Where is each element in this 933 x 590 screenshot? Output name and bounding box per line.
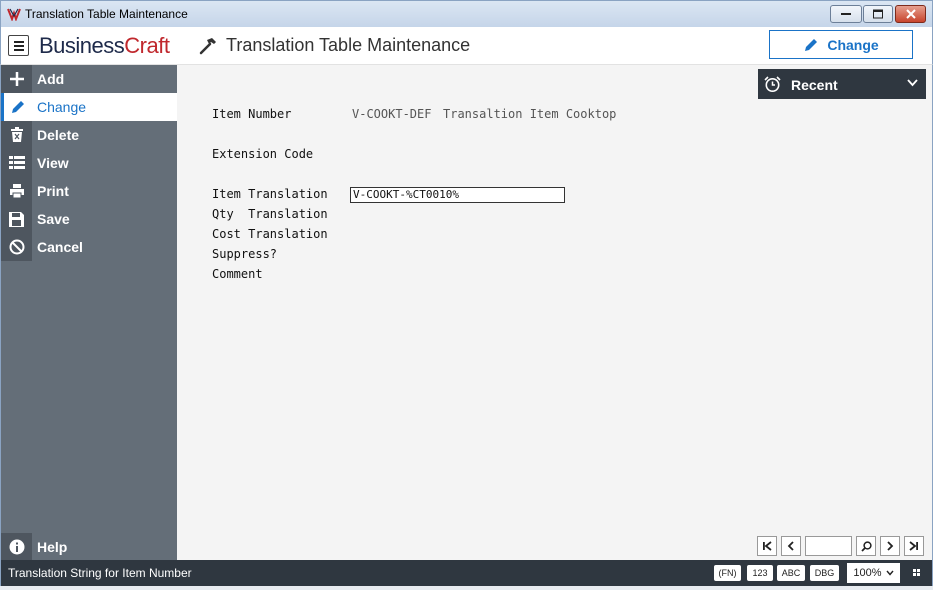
first-page-icon <box>763 541 772 551</box>
fn-toggle[interactable]: (FN) <box>714 565 741 581</box>
next-page-button[interactable] <box>880 536 900 556</box>
suppress-label: Suppress? <box>212 247 278 261</box>
hammer-icon <box>199 38 216 55</box>
sidebar-item-delete[interactable]: Delete <box>1 121 177 149</box>
sidebar-item-add[interactable]: Add <box>1 65 177 93</box>
sidebar-item-save[interactable]: Save <box>1 205 177 233</box>
item-number-description: Transaltion Item Cooktop <box>443 107 617 121</box>
cancel-icon <box>9 239 24 255</box>
sidebar: Add Change Delete View Print Save Cancel… <box>0 65 177 561</box>
comment-label: Comment <box>212 267 263 281</box>
businesscraft-logo: BusinessCraft <box>39 33 170 58</box>
item-number-value: V-COOKT-DEF <box>352 107 432 121</box>
app-logo-icon <box>7 8 21 21</box>
grid-icon[interactable] <box>913 569 920 576</box>
item-translation-label: Item Translation <box>212 187 328 201</box>
chevron-left-icon <box>787 541 794 551</box>
pencil-icon <box>12 101 24 113</box>
search-icon <box>860 540 872 552</box>
app-header: BusinessCraft Translation Table Maintena… <box>0 27 933 65</box>
recent-dropdown[interactable]: Recent <box>758 69 926 99</box>
pencil-icon <box>805 38 818 51</box>
item-number-label: Item Number <box>212 107 292 121</box>
menu-toggle-button[interactable] <box>8 35 29 56</box>
status-bar: Translation String for Item Number (FN) … <box>0 560 933 586</box>
sidebar-item-change[interactable]: Change <box>1 93 177 121</box>
maximize-icon <box>873 9 883 19</box>
num-lock-indicator[interactable]: 123 <box>747 565 773 581</box>
first-page-button[interactable] <box>757 536 777 556</box>
chevron-right-icon <box>887 541 894 551</box>
cost-translation-label: Cost Translation <box>212 227 328 241</box>
chevron-down-icon <box>907 79 918 87</box>
previous-page-button[interactable] <box>781 536 801 556</box>
info-icon <box>9 539 24 555</box>
trash-icon <box>10 127 23 142</box>
window-titlebar: Translation Table Maintenance <box>0 0 933 27</box>
zoom-select[interactable]: 100% <box>847 563 900 583</box>
alarm-clock-icon <box>764 76 781 92</box>
page-title: Translation Table Maintenance <box>226 35 471 55</box>
search-page-button[interactable] <box>856 536 876 556</box>
qty-translation-label: Qty Translation <box>212 207 328 221</box>
chevron-down-icon <box>886 570 894 576</box>
plus-icon <box>9 72 24 86</box>
sidebar-item-cancel[interactable]: Cancel <box>1 233 177 261</box>
debug-toggle[interactable]: DBG <box>810 565 839 581</box>
sidebar-item-help[interactable]: Help <box>1 533 177 561</box>
sidebar-item-view[interactable]: View <box>1 149 177 177</box>
list-icon <box>8 156 25 169</box>
printer-icon <box>9 184 24 199</box>
window-title: Translation Table Maintenance <box>25 7 188 21</box>
change-mode-button[interactable]: Change <box>769 30 913 59</box>
last-page-button[interactable] <box>904 536 924 556</box>
status-message: Translation String for Item Number <box>8 566 192 580</box>
maximize-button[interactable] <box>863 5 893 23</box>
close-window-button[interactable] <box>895 5 926 23</box>
window-bottom-edge <box>0 586 933 590</box>
page-number-input[interactable] <box>805 536 852 556</box>
minimize-button[interactable] <box>830 5 862 23</box>
extension-code-label: Extension Code <box>212 147 314 161</box>
main-content: Recent Item Number V-COOKT-DEF Transalti… <box>177 65 933 560</box>
minimize-icon <box>841 13 851 15</box>
floppy-icon <box>9 211 24 227</box>
last-page-icon <box>909 541 918 551</box>
close-icon <box>905 9 916 19</box>
sidebar-item-print[interactable]: Print <box>1 177 177 205</box>
item-translation-input[interactable]: V-COOKT-%CT0010% <box>350 187 565 203</box>
caps-indicator[interactable]: ABC <box>777 565 805 581</box>
